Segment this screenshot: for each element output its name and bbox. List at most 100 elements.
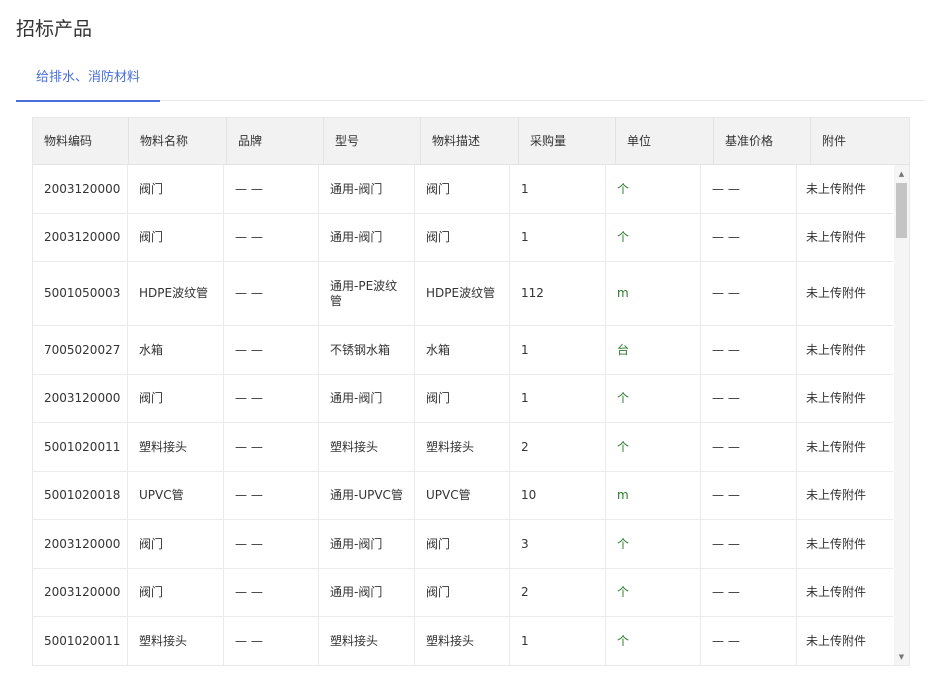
- cell-description: 水箱: [415, 326, 510, 374]
- scroll-thumb[interactable]: [896, 183, 907, 238]
- cell-base-price: — —: [701, 326, 797, 374]
- cell-brand: — —: [224, 569, 319, 616]
- column-header-description: 物料描述: [421, 118, 519, 165]
- cell-attachment: 未上传附件: [806, 585, 867, 599]
- caret-up-icon[interactable]: ▲: [894, 167, 909, 181]
- cell-brand: — —: [224, 520, 319, 568]
- cell-material-code: 2003120000: [33, 520, 128, 568]
- table-row: 2003120000 阀门 — — 通用-阀门 阀门 1 个 — — 未上传附件: [33, 375, 893, 423]
- cell-material-code: 5001020011: [33, 617, 128, 665]
- cell-material-code: 5001050003: [33, 262, 128, 325]
- cell-material-name: UPVC管: [128, 472, 224, 519]
- column-header-unit: 单位: [616, 118, 714, 165]
- cell-brand: — —: [224, 375, 319, 422]
- table-body: 2003120000 阀门 — — 通用-阀门 阀门 1 个 — — 未上传附件 20031200…: [33, 165, 893, 665]
- cell-quantity: 2: [510, 569, 606, 616]
- cell-base-price: — —: [701, 569, 797, 616]
- tab-water-fire-materials[interactable]: 给排水、消防材料: [16, 58, 160, 102]
- cell-description: 塑料接头: [415, 423, 510, 471]
- products-table: 物料编码 物料名称 品牌 型号 物料描述 采购量 单位 基准价格 附件 2003…: [32, 117, 910, 666]
- cell-brand: — —: [224, 165, 319, 213]
- cell-brand: — —: [224, 423, 319, 471]
- cell-attachment: 未上传附件: [806, 181, 867, 196]
- cell-unit: 个: [606, 617, 701, 665]
- cell-base-price: — —: [701, 617, 797, 665]
- cell-quantity: 1: [510, 165, 606, 213]
- tab-bar: 给排水、消防材料: [16, 58, 925, 102]
- table-scrollbar[interactable]: ▲ ▼: [894, 165, 909, 665]
- cell-description: 阀门: [415, 165, 510, 213]
- table-header: 物料编码 物料名称 品牌 型号 物料描述 采购量 单位 基准价格 附件: [33, 118, 909, 165]
- cell-base-price: — —: [701, 423, 797, 471]
- cell-material-code: 2003120000: [33, 569, 128, 616]
- cell-material-name: 阀门: [128, 214, 224, 261]
- cell-model: 通用-阀门: [319, 569, 415, 616]
- cell-unit: 个: [606, 375, 701, 422]
- cell-model: 通用-阀门: [319, 520, 415, 568]
- cell-attachment: 未上传附件: [806, 286, 867, 300]
- cell-material-name: 阀门: [128, 569, 224, 616]
- page-title: 招标产品: [16, 18, 93, 40]
- cell-quantity: 2: [510, 423, 606, 471]
- cell-unit: m: [606, 472, 701, 519]
- cell-model: 塑料接头: [319, 423, 415, 471]
- cell-description: 阀门: [415, 375, 510, 422]
- caret-down-icon[interactable]: ▼: [894, 650, 909, 664]
- cell-model: 通用-阀门: [319, 375, 415, 422]
- column-header-attachment: 附件: [822, 134, 847, 148]
- table-row: 5001020011 塑料接头 — — 塑料接头 塑料接头 1 个 — — 未上传附件: [33, 617, 893, 665]
- cell-brand: — —: [224, 472, 319, 519]
- cell-model: 通用-UPVC管: [319, 472, 415, 519]
- cell-description: UPVC管: [415, 472, 510, 519]
- cell-base-price: — —: [701, 262, 797, 325]
- cell-brand: — —: [224, 617, 319, 665]
- cell-material-name: HDPE波纹管: [128, 262, 224, 325]
- cell-model: 通用-PE波纹管: [319, 262, 415, 325]
- column-header-model: 型号: [324, 118, 421, 165]
- column-header-brand: 品牌: [227, 118, 324, 165]
- cell-model: 塑料接头: [319, 617, 415, 665]
- cell-material-code: 2003120000: [33, 165, 128, 213]
- table-row: 5001050003 HDPE波纹管 — — 通用-PE波纹管 HDPE波纹管 112 m —…: [33, 262, 893, 326]
- cell-unit: m: [606, 262, 701, 325]
- cell-base-price: — —: [701, 520, 797, 568]
- cell-material-name: 塑料接头: [128, 617, 224, 665]
- cell-material-name: 阀门: [128, 520, 224, 568]
- table-row: 2003120000 阀门 — — 通用-阀门 阀门 1 个 — — 未上传附件: [33, 214, 893, 262]
- cell-base-price: — —: [701, 375, 797, 422]
- cell-attachment: 未上传附件: [806, 488, 867, 502]
- cell-material-code: 5001020018: [33, 472, 128, 519]
- cell-quantity: 1: [510, 326, 606, 374]
- cell-description: 阀门: [415, 214, 510, 261]
- cell-base-price: — —: [701, 165, 797, 213]
- cell-material-code: 2003120000: [33, 214, 128, 261]
- cell-attachment: 未上传附件: [806, 536, 867, 551]
- cell-description: 阀门: [415, 520, 510, 568]
- cell-description: HDPE波纹管: [415, 262, 510, 325]
- cell-material-name: 阀门: [128, 375, 224, 422]
- table-row: 2003120000 阀门 — — 通用-阀门 阀门 3 个 — — 未上传附件: [33, 520, 893, 569]
- cell-material-code: 2003120000: [33, 375, 128, 422]
- cell-attachment: 未上传附件: [806, 439, 867, 454]
- cell-base-price: — —: [701, 472, 797, 519]
- column-header-base-price: 基准价格: [714, 118, 811, 165]
- cell-attachment: 未上传附件: [806, 391, 867, 405]
- cell-description: 塑料接头: [415, 617, 510, 665]
- cell-unit: 个: [606, 569, 701, 616]
- cell-quantity: 1: [510, 617, 606, 665]
- cell-material-name: 阀门: [128, 165, 224, 213]
- cell-quantity: 1: [510, 375, 606, 422]
- column-header-quantity: 采购量: [519, 118, 616, 165]
- cell-model: 通用-阀门: [319, 165, 415, 213]
- cell-material-code: 5001020011: [33, 423, 128, 471]
- cell-brand: — —: [224, 326, 319, 374]
- cell-unit: 个: [606, 165, 701, 213]
- table-row: 2003120000 阀门 — — 通用-阀门 阀门 2 个 — — 未上传附件: [33, 569, 893, 617]
- cell-quantity: 112: [510, 262, 606, 325]
- cell-unit: 个: [606, 423, 701, 471]
- cell-model: 通用-阀门: [319, 214, 415, 261]
- cell-base-price: — —: [701, 214, 797, 261]
- cell-quantity: 1: [510, 214, 606, 261]
- column-header-material-code: 物料编码: [33, 118, 129, 165]
- table-row: 5001020011 塑料接头 — — 塑料接头 塑料接头 2 个 — — 未上传附件: [33, 423, 893, 472]
